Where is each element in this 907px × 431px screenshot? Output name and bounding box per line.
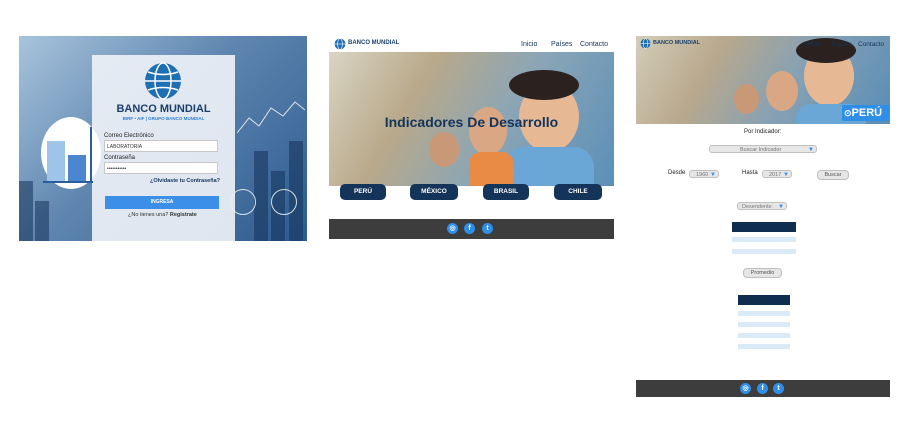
- child-shirt: [504, 147, 594, 186]
- results-table-row: [732, 249, 796, 254]
- brand-subtitle: BIRF • AIF | GRUPO BANCO MUNDIAL: [122, 116, 205, 121]
- to-year-select[interactable]: 2017 ▼: [762, 170, 792, 178]
- country-button-mexico[interactable]: MÉXICO: [410, 184, 458, 200]
- child-face: [766, 71, 798, 111]
- country-button-chile[interactable]: CHILE: [554, 184, 602, 200]
- from-year-select[interactable]: 1960 ▼: [689, 170, 719, 178]
- instagram-icon[interactable]: ◎: [740, 383, 751, 394]
- hero-image: BANCO MUNDIAL Inicio Países Contacto ⊙PE…: [636, 36, 890, 124]
- world-bank-globe-icon: [640, 38, 651, 49]
- facebook-icon[interactable]: f: [464, 223, 475, 234]
- country-button-peru[interactable]: PERÚ: [340, 184, 386, 200]
- order-select-value: Desendente: [742, 204, 772, 210]
- twitter-icon[interactable]: t: [773, 383, 784, 394]
- hero-title: Indicadores De Desarrollo: [384, 114, 559, 130]
- indicator-screen: BANCO MUNDIAL Inicio Países Contacto ⊙PE…: [636, 36, 890, 397]
- average-table-row: [738, 322, 790, 327]
- register-prompt: ¿No tienes una? Registrate: [128, 212, 197, 218]
- results-table-header: [732, 222, 796, 232]
- login-screen: BANCO MUNDIAL BIRF • AIF | GRUPO BANCO M…: [19, 36, 307, 241]
- register-link[interactable]: Registrate: [170, 212, 197, 218]
- hero-image: Indicadores De Desarrollo: [329, 52, 614, 186]
- chevron-down-icon: ▼: [710, 172, 716, 178]
- indicator-select[interactable]: Buscar Indicador ▼: [709, 145, 817, 153]
- skyline-building: [254, 151, 268, 241]
- skyline-building: [35, 201, 49, 241]
- nav-paises[interactable]: Países: [832, 41, 852, 48]
- nav-paises[interactable]: Países: [551, 41, 572, 48]
- indicator-select-value: Buscar Indicador: [740, 147, 782, 153]
- average-button[interactable]: Promedio: [743, 268, 782, 278]
- email-field[interactable]: LABORATORIA: [104, 140, 218, 152]
- trend-line-decoration: [237, 101, 305, 134]
- password-label: Contraseña: [104, 155, 136, 161]
- facebook-icon[interactable]: f: [757, 383, 768, 394]
- child-face: [429, 132, 459, 167]
- forgot-password-link[interactable]: ¿Olvidaste tu Contraseña?: [150, 178, 220, 184]
- twitter-icon[interactable]: t: [482, 223, 493, 234]
- brand-name: BANCO MUNDIAL: [653, 40, 701, 46]
- average-table-header: [738, 295, 790, 305]
- to-label: Hasta: [742, 170, 758, 176]
- password-field[interactable]: •••••••••••: [104, 162, 218, 174]
- footer: ◎ f t: [636, 380, 890, 397]
- from-year-value: 1960: [696, 172, 709, 178]
- child-face: [734, 84, 759, 114]
- average-table-row: [738, 333, 790, 338]
- order-select[interactable]: Desendente ▼: [737, 202, 787, 210]
- country-badge-label: PERÚ: [851, 107, 883, 119]
- nav-contacto[interactable]: Contacto: [858, 41, 884, 48]
- chart-bar: [47, 141, 65, 181]
- home-screen: BANCO MUNDIAL Inicio Países Contacto Ind…: [329, 36, 614, 239]
- chart-axis: [43, 181, 93, 183]
- login-button[interactable]: INGRESA: [105, 196, 219, 209]
- brand-name: BANCO MUNDIAL: [348, 40, 400, 46]
- chevron-down-icon: ▼: [808, 147, 814, 153]
- email-label: Correo Electrónico: [104, 133, 154, 139]
- footer: ◎ f t: [329, 219, 614, 239]
- no-account-text: ¿No tienes una?: [128, 212, 169, 218]
- search-button[interactable]: Buscar: [817, 170, 849, 180]
- chart-illustration: [41, 117, 101, 189]
- child-hair: [509, 70, 579, 100]
- nav-inicio[interactable]: Inicio: [806, 41, 821, 48]
- brand-name: BANCO MUNDIAL: [116, 103, 211, 115]
- to-year-value: 2017: [769, 172, 782, 178]
- decorative-circle: [271, 189, 297, 215]
- country-button-brasil[interactable]: BRASIL: [483, 184, 529, 200]
- child-shirt: [469, 152, 514, 186]
- from-label: Desde: [668, 170, 686, 176]
- world-bank-globe-icon: [145, 62, 181, 100]
- chevron-down-icon: ▼: [783, 172, 789, 178]
- nav-contacto[interactable]: Contacto: [580, 41, 608, 48]
- instagram-icon[interactable]: ◎: [447, 223, 458, 234]
- skyline-building: [19, 181, 33, 241]
- location-pin-icon: ⊙: [844, 108, 852, 118]
- by-indicator-label: Por Indicador:: [744, 129, 782, 135]
- average-table-row: [738, 311, 790, 316]
- nav-inicio[interactable]: Inicio: [521, 41, 537, 48]
- chevron-down-icon: ▼: [778, 204, 784, 210]
- login-panel: BANCO MUNDIAL BIRF • AIF | GRUPO BANCO M…: [92, 55, 235, 241]
- results-table-row: [732, 237, 796, 242]
- country-badge: ⊙PERÚ: [842, 105, 889, 121]
- average-table-row: [738, 344, 790, 349]
- chart-bar: [68, 155, 86, 181]
- chart-axis: [90, 127, 92, 182]
- world-bank-globe-icon: [334, 38, 346, 50]
